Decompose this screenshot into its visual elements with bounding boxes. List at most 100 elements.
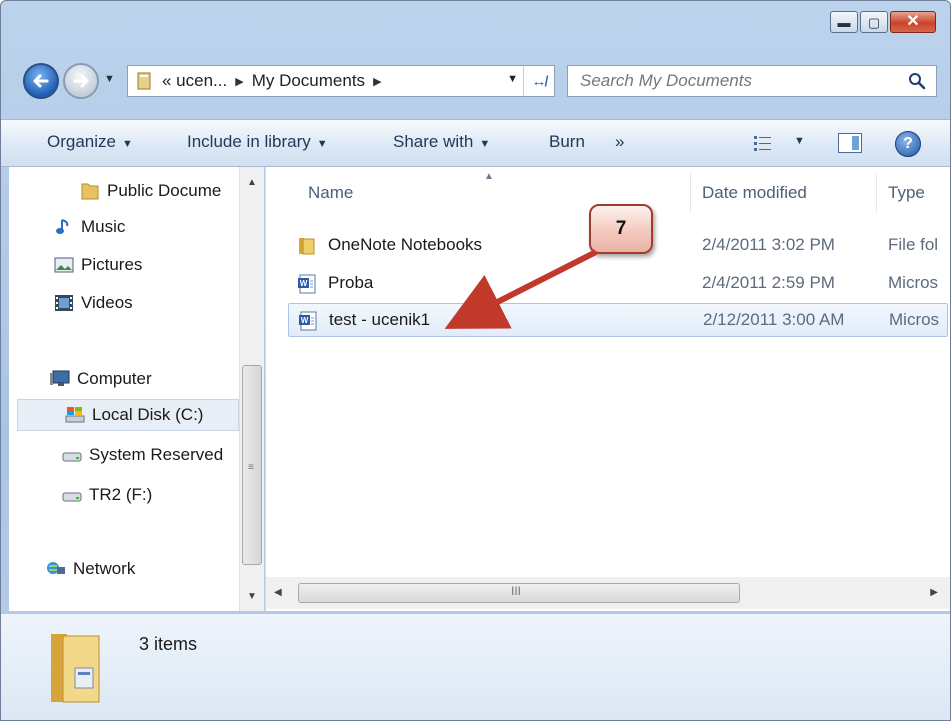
command-bar: Organize ▼ Include in library ▼ Share with… — [1, 119, 950, 167]
sidebar-item-label: Pictures — [81, 255, 143, 274]
file-type: File fol — [888, 235, 939, 254]
burn-button[interactable]: Burn — [549, 132, 585, 152]
search-box[interactable] — [567, 65, 937, 97]
sidebar-item-local-disk[interactable]: Local Disk (C:) — [17, 399, 239, 431]
burn-label: Burn — [549, 132, 585, 151]
breadcrumb-separator-icon[interactable]: ▶ — [373, 75, 381, 88]
scroll-down-icon[interactable]: ▼ — [240, 585, 264, 607]
sidebar-item-tr2-drive[interactable]: TR2 (F:) — [61, 479, 152, 511]
videos-icon — [55, 295, 73, 311]
column-divider[interactable] — [876, 173, 877, 213]
include-in-library-menu[interactable]: Include in library ▼ — [187, 132, 328, 152]
close-button[interactable]: ✕ — [890, 11, 936, 33]
sidebar-item-computer[interactable]: Computer — [49, 363, 152, 395]
preview-pane-icon[interactable] — [838, 133, 862, 153]
step-number-callout: 7 — [589, 204, 653, 254]
column-header-date-modified[interactable]: Date modified — [702, 183, 807, 203]
sidebar-item-label: Videos — [81, 293, 133, 312]
svg-text:W: W — [301, 316, 309, 325]
column-divider[interactable] — [690, 173, 691, 213]
drive-icon — [62, 492, 82, 502]
pictures-icon — [54, 257, 74, 273]
column-header-type[interactable]: Type — [888, 183, 925, 203]
more-label: » — [615, 132, 625, 151]
file-date: 2/12/2011 3:00 AM — [703, 310, 845, 329]
music-icon — [56, 219, 69, 234]
include-in-library-label: Include in library — [187, 132, 311, 151]
scroll-up-icon[interactable]: ▲ — [240, 171, 264, 193]
navigation-bar: ▼ « ucen... ▶ My Documents ▶ ▼ ↮ — [1, 59, 950, 103]
folder-icon — [299, 238, 315, 255]
chevron-down-icon: ▼ — [479, 138, 491, 150]
share-with-menu[interactable]: Share with ▼ — [393, 132, 490, 152]
sidebar-item-public-documents[interactable]: Public Docume — [79, 175, 221, 207]
file-type: Micros — [889, 310, 940, 329]
file-type: Micros — [888, 273, 939, 292]
sidebar-item-label: Computer — [77, 369, 152, 388]
navigation-pane-scrollbar[interactable]: ▲ ≡ ▼ — [239, 167, 264, 611]
minimize-icon: ▬ — [837, 14, 851, 30]
organize-menu[interactable]: Organize ▼ — [47, 132, 133, 152]
breadcrumb-root[interactable]: « ucen... — [162, 71, 227, 91]
back-button[interactable] — [23, 63, 59, 99]
help-icon[interactable]: ? — [895, 131, 921, 157]
scrollbar-thumb[interactable]: III — [298, 583, 740, 603]
breadcrumb-separator-icon[interactable]: ▶ — [235, 75, 243, 88]
sidebar-item-pictures[interactable]: Pictures — [53, 249, 142, 281]
file-row-proba[interactable]: W Proba 2/4/2011 2:59 PM Micros — [288, 267, 948, 301]
recent-pages-dropdown[interactable]: ▼ — [104, 73, 116, 87]
more-commands-button[interactable]: » — [615, 132, 624, 152]
scroll-left-icon[interactable]: ◀ — [274, 587, 282, 598]
file-name: OneNote Notebooks — [328, 235, 483, 254]
file-date: 2/4/2011 3:02 PM — [702, 235, 835, 254]
scrollbar-grip: III — [511, 584, 522, 598]
folder-icon — [81, 183, 99, 200]
word-doc-icon: W — [299, 311, 317, 331]
share-with-label: Share with — [393, 132, 474, 151]
back-arrow-icon — [33, 74, 49, 88]
forward-arrow-icon — [73, 74, 89, 88]
view-dropdown-icon[interactable]: ▼ — [794, 135, 805, 147]
sidebar-item-label: TR2 (F:) — [89, 485, 153, 504]
scrollbar-thumb[interactable]: ≡ — [242, 365, 262, 565]
view-options-icon[interactable] — [753, 134, 773, 152]
grip-icon: ≡ — [248, 462, 254, 473]
sidebar-item-label: Local Disk (C:) — [92, 405, 204, 424]
caption-buttons: ▬ ▢ ✕ — [828, 11, 936, 33]
chevron-down-icon: ▼ — [121, 138, 133, 150]
sidebar-item-system-reserved[interactable]: System Reserved — [61, 439, 223, 471]
details-pane: 3 items — [1, 613, 950, 720]
network-icon — [47, 562, 65, 574]
close-icon: ✕ — [906, 13, 920, 30]
maximize-button[interactable]: ▢ — [860, 11, 888, 33]
sidebar-item-label: Music — [81, 217, 126, 236]
folder-icon — [51, 634, 100, 703]
address-bar[interactable]: « ucen... ▶ My Documents ▶ ▼ ↮ — [127, 65, 555, 97]
maximize-icon: ▢ — [867, 14, 881, 30]
word-doc-icon: W — [298, 274, 316, 294]
address-dropdown-icon[interactable]: ▼ — [507, 73, 518, 85]
chevron-down-icon: ▼ — [316, 138, 328, 150]
item-count: 3 items — [139, 634, 198, 654]
sidebar-item-network[interactable]: Network — [45, 553, 135, 585]
file-row-test-ucenik1[interactable]: W test - ucenik1 2/12/2011 3:00 AM Micro… — [288, 303, 948, 337]
folder-icon — [137, 72, 151, 90]
minimize-button[interactable]: ▬ — [830, 11, 858, 33]
file-name: Proba — [328, 273, 374, 292]
forward-button[interactable] — [63, 63, 99, 99]
navigation-pane: Public Docume Music Pictures Videos Comp… — [9, 167, 264, 611]
search-icon[interactable] — [908, 72, 926, 90]
svg-text:W: W — [300, 279, 308, 288]
scroll-right-icon[interactable]: ▶ — [930, 587, 938, 598]
sidebar-item-music[interactable]: Music — [53, 211, 125, 243]
search-input[interactable] — [578, 70, 882, 92]
local-disk-icon — [65, 407, 85, 423]
computer-icon — [50, 370, 70, 386]
column-header-name[interactable]: Name — [308, 183, 353, 203]
breadcrumb-my-documents[interactable]: My Documents — [252, 71, 365, 91]
explorer-window: ▬ ▢ ✕ ▼ « ucen... ▶ My Documents ▶ ▼ ↮ S… — [0, 0, 951, 721]
file-list-horizontal-scrollbar[interactable]: ◀ III ▶ — [266, 577, 950, 609]
drive-icon — [62, 452, 82, 462]
refresh-button[interactable]: ↮ — [523, 66, 554, 96]
sidebar-item-videos[interactable]: Videos — [53, 287, 133, 319]
